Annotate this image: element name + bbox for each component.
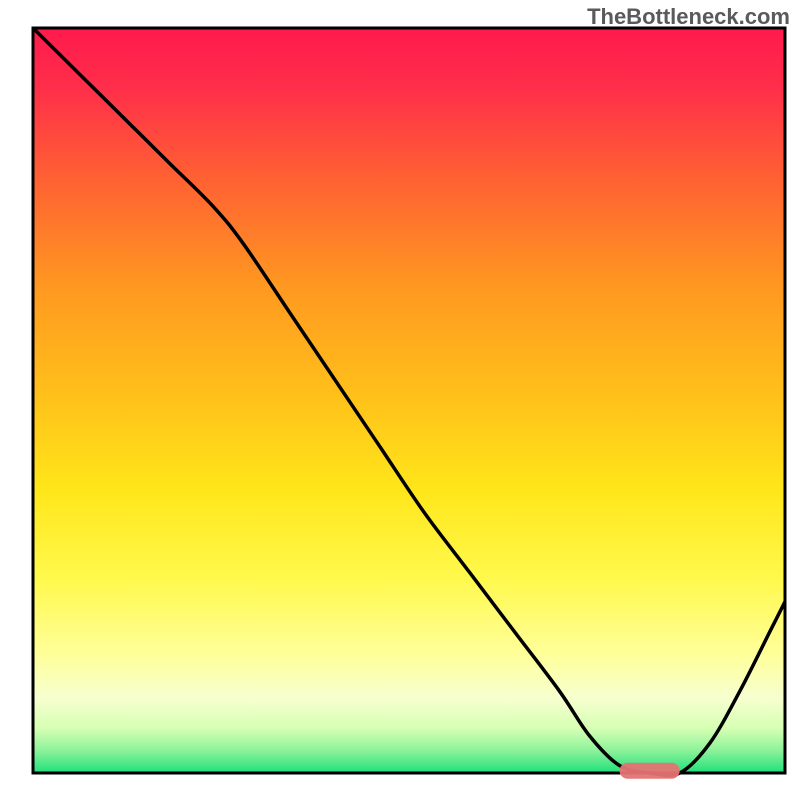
plot-area (33, 28, 785, 779)
optimal-marker (620, 763, 680, 779)
watermark-text: TheBottleneck.com (587, 4, 790, 30)
chart-container: TheBottleneck.com (0, 0, 800, 800)
chart-svg (0, 0, 800, 800)
